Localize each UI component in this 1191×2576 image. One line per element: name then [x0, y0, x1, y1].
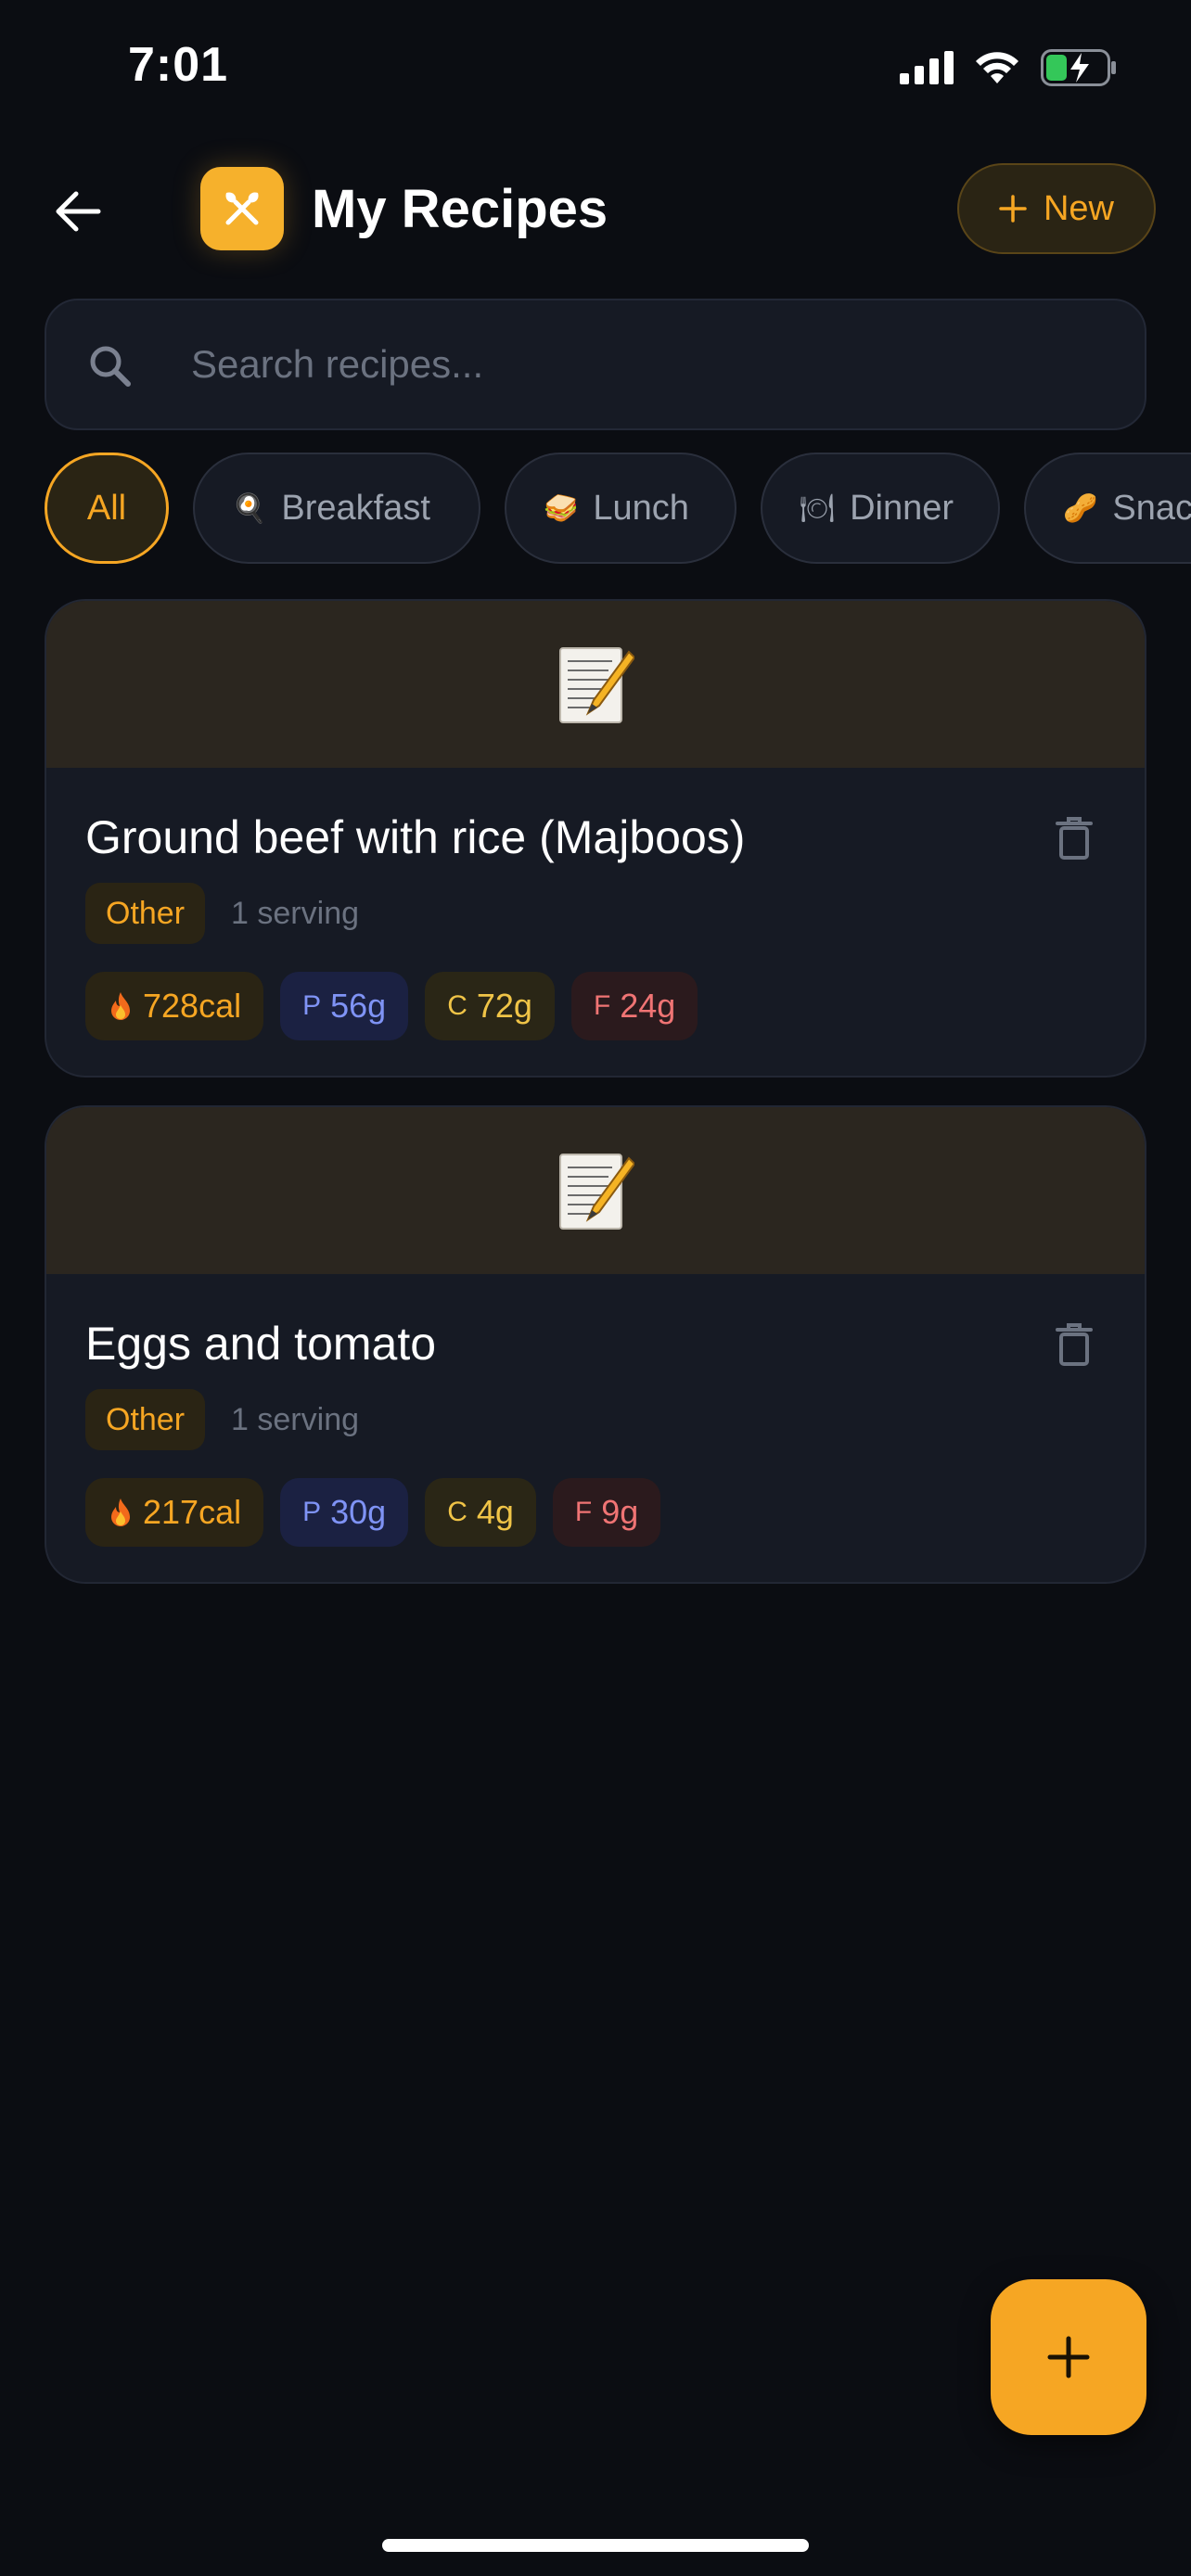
calories-value: 728cal — [143, 987, 242, 1025]
search-input[interactable] — [191, 300, 1100, 428]
trash-icon — [1056, 817, 1093, 860]
memo-icon — [559, 647, 634, 723]
carbs-value: 72g — [476, 987, 532, 1025]
filter-chip-label: Breakfast — [281, 488, 430, 528]
protein-badge: P 30g — [280, 1478, 409, 1547]
search-icon — [90, 346, 131, 387]
recipe-meta: Other 1 serving — [85, 1389, 359, 1450]
fat-badge: F 9g — [552, 1478, 661, 1547]
delete-recipe-button[interactable] — [1046, 1317, 1102, 1372]
filter-chip-breakfast[interactable]: 🍳 Breakfast — [193, 453, 480, 564]
macro-list: 217cal P 30g C 4g F 9g — [85, 1478, 661, 1547]
delete-recipe-button[interactable] — [1046, 810, 1102, 866]
search-bar — [45, 299, 1146, 430]
page-title: My Recipes — [312, 179, 608, 239]
fat-badge: F 24g — [570, 972, 698, 1040]
fat-value: 24g — [620, 987, 676, 1025]
fork-knife-icon — [225, 192, 259, 225]
carbs-label: C — [447, 990, 467, 1021]
app-logo — [200, 167, 284, 250]
calories-value: 217cal — [143, 1493, 242, 1531]
peanuts-icon: 🥜 — [1063, 491, 1098, 525]
status-bar: 7:01 — [0, 0, 1191, 139]
serving-size: 1 serving — [231, 1401, 360, 1437]
header: My Recipes New — [0, 158, 1191, 261]
protein-badge: P 56g — [280, 972, 409, 1040]
plate-icon: 🍽 — [800, 491, 836, 525]
fat-label: F — [593, 990, 611, 1021]
new-recipe-button[interactable]: New — [957, 163, 1156, 254]
category-badge: Other — [85, 883, 206, 944]
protein-value: 30g — [330, 1493, 387, 1531]
carbs-label: C — [447, 1497, 467, 1527]
carbs-badge: C 72g — [425, 972, 555, 1040]
recipe-card[interactable]: Eggs and tomato Other 1 serving 217cal P… — [45, 1105, 1146, 1584]
wifi-icon — [976, 52, 1018, 83]
filter-chip-snacks[interactable]: 🥜 Snac — [1024, 453, 1191, 564]
fire-icon — [111, 992, 130, 1020]
fire-icon — [111, 1498, 130, 1526]
calories-badge: 217cal — [85, 1478, 264, 1547]
sandwich-icon: 🥪 — [544, 491, 579, 525]
protein-label: P — [302, 1497, 322, 1527]
filter-chip-lunch[interactable]: 🥪 Lunch — [505, 453, 736, 564]
filter-chip-label: All — [86, 488, 127, 528]
cellular-signal-icon — [900, 51, 954, 84]
memo-icon — [559, 1154, 634, 1230]
recipe-banner — [46, 601, 1145, 768]
recipe-title: Ground beef with rice (Majboos) — [85, 811, 746, 863]
serving-size: 1 serving — [231, 895, 360, 931]
protein-value: 56g — [330, 987, 387, 1025]
fat-value: 9g — [601, 1493, 639, 1531]
trash-icon — [1056, 1323, 1093, 1366]
carbs-badge: C 4g — [425, 1478, 536, 1547]
frying-pan-icon: 🍳 — [232, 491, 267, 525]
plus-icon — [1047, 2336, 1090, 2378]
protein-label: P — [302, 990, 322, 1021]
recipe-meta: Other 1 serving — [85, 883, 359, 944]
filter-chip-label: Lunch — [593, 488, 689, 528]
battery-charging-icon — [1041, 49, 1116, 86]
recipe-card[interactable]: Ground beef with rice (Majboos) Other 1 … — [45, 599, 1146, 1078]
category-filter-bar: All 🍳 Breakfast 🥪 Lunch 🍽 Dinner 🥜 Snac — [45, 453, 1191, 566]
filter-chip-label: Snac — [1112, 488, 1191, 528]
status-icons — [900, 46, 1117, 89]
carbs-value: 4g — [476, 1493, 514, 1531]
plus-icon — [999, 195, 1027, 223]
add-recipe-fab[interactable] — [991, 2279, 1146, 2435]
back-button[interactable] — [45, 178, 111, 245]
status-time: 7:01 — [128, 38, 229, 92]
fat-label: F — [574, 1497, 593, 1527]
new-button-label: New — [1043, 188, 1115, 228]
filter-chip-all[interactable]: All — [45, 453, 169, 564]
recipe-title: Eggs and tomato — [85, 1318, 437, 1370]
calories-badge: 728cal — [85, 972, 264, 1040]
category-badge: Other — [85, 1389, 206, 1450]
macro-list: 728cal P 56g C 72g F 24g — [85, 972, 698, 1040]
arrow-left-icon — [56, 191, 101, 232]
recipe-banner — [46, 1107, 1145, 1274]
filter-chip-dinner[interactable]: 🍽 Dinner — [761, 453, 1000, 564]
filter-chip-label: Dinner — [850, 488, 954, 528]
home-indicator[interactable] — [382, 2539, 809, 2552]
